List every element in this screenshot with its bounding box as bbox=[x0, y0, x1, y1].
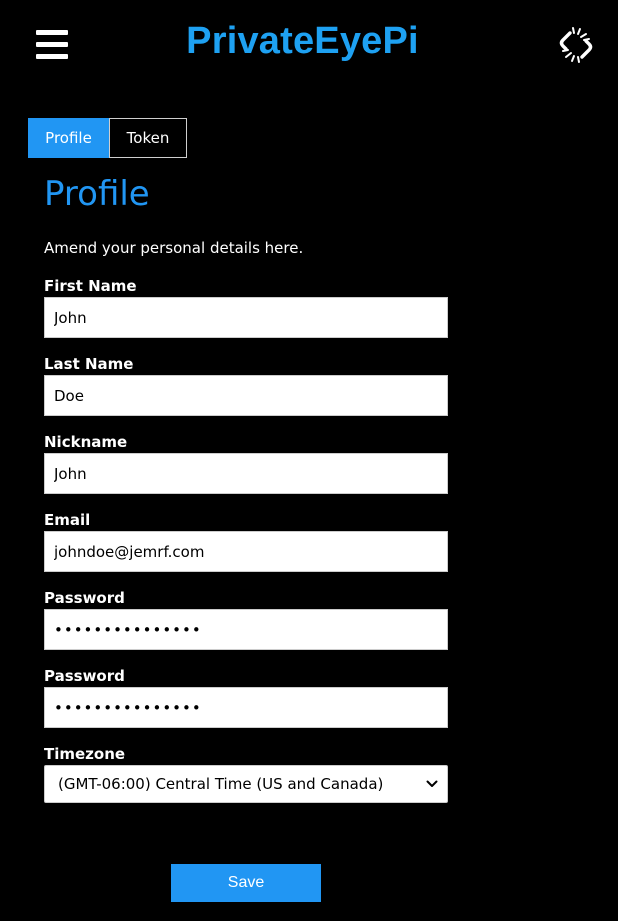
password-confirm-field[interactable] bbox=[44, 687, 448, 728]
timezone-label: Timezone bbox=[44, 745, 126, 763]
email-label: Email bbox=[44, 511, 91, 529]
chevron-down-icon bbox=[421, 780, 443, 788]
timezone-selected-value: (GMT-06:00) Central Time (US and Canada) bbox=[58, 775, 384, 793]
email-field[interactable] bbox=[44, 531, 448, 572]
save-button[interactable]: Save bbox=[171, 864, 321, 902]
timezone-select[interactable]: (GMT-06:00) Central Time (US and Canada) bbox=[44, 765, 448, 803]
first-name-field[interactable] bbox=[44, 297, 448, 338]
last-name-field[interactable] bbox=[44, 375, 448, 416]
nickname-label: Nickname bbox=[44, 433, 128, 451]
profile-tabs: Profile Token bbox=[28, 118, 187, 158]
page-title: Profile bbox=[44, 174, 150, 214]
broken-link-icon[interactable] bbox=[556, 25, 596, 65]
app-brand-title: PrivateEyePi bbox=[186, 20, 419, 62]
password-label: Password bbox=[44, 589, 125, 607]
last-name-label: Last Name bbox=[44, 355, 134, 373]
password-field[interactable] bbox=[44, 609, 448, 650]
password-confirm-label: Password bbox=[44, 667, 125, 685]
page-intro-text: Amend your personal details here. bbox=[44, 239, 304, 257]
tab-profile[interactable]: Profile bbox=[28, 118, 109, 158]
nickname-field[interactable] bbox=[44, 453, 448, 494]
first-name-label: First Name bbox=[44, 277, 137, 295]
tab-token[interactable]: Token bbox=[109, 118, 187, 158]
